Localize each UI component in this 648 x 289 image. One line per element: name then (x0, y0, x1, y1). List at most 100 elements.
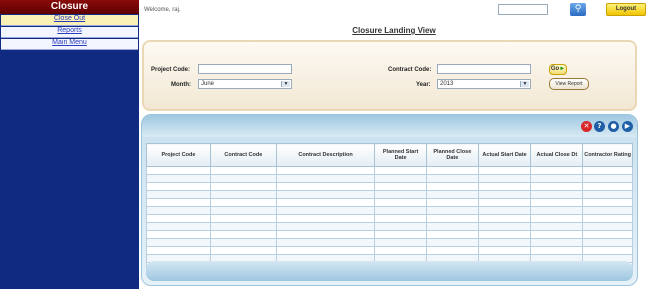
sidebar-item-main-menu[interactable]: Main Menu (1, 39, 138, 50)
table-cell (275, 166, 376, 175)
chevron-down-icon: ▼ (520, 81, 529, 87)
logout-button[interactable]: Logout (606, 3, 646, 16)
go-button[interactable]: Go► (549, 64, 567, 75)
table-cell (477, 206, 532, 215)
help-icon[interactable]: ? (594, 121, 605, 132)
table-cell (425, 166, 479, 175)
table-cell (146, 174, 211, 183)
table-cell (530, 174, 584, 183)
table-cell (582, 166, 633, 175)
table-cell (374, 222, 427, 231)
table-cell (209, 190, 277, 199)
search-input[interactable] (498, 4, 548, 15)
table-cell (530, 238, 584, 247)
delete-icon[interactable]: ✕ (581, 121, 592, 132)
table-cell (146, 182, 211, 191)
chevron-down-icon: ▼ (281, 81, 290, 87)
table-cell (582, 230, 633, 239)
go-arrow-icon: ► (559, 66, 566, 72)
sidebar-title: Closure (0, 0, 139, 14)
table-cell (209, 238, 277, 247)
sidebar-item-close-out[interactable]: Close Out (1, 15, 138, 26)
table-cell (275, 230, 376, 239)
sidebar: Closure Close Out Reports Main Menu (0, 0, 139, 289)
table-cell (582, 214, 633, 223)
table-row[interactable] (146, 230, 633, 239)
table-cell (530, 222, 584, 231)
table-cell (582, 174, 633, 183)
table-cell (530, 198, 584, 207)
table-cell (582, 182, 633, 191)
month-value: June (201, 81, 215, 87)
month-select[interactable]: June ▼ (198, 79, 292, 89)
table-cell (275, 246, 376, 255)
table-cell (374, 198, 427, 207)
table-cell (477, 198, 532, 207)
table-row[interactable] (146, 214, 633, 223)
contract-code-input[interactable] (437, 64, 531, 74)
table-cell (146, 238, 211, 247)
forward-icon[interactable]: ▶ (622, 121, 633, 132)
welcome-text: Welcome, raj. (144, 7, 181, 13)
search-icon: ⚲ (574, 4, 582, 14)
view-report-button[interactable]: View Report (549, 78, 589, 90)
table-cell (209, 246, 277, 255)
table-row[interactable] (146, 246, 633, 255)
table-row[interactable] (146, 238, 633, 247)
table-cell (374, 174, 427, 183)
table-cell (275, 214, 376, 223)
search-button[interactable]: ⚲ (570, 3, 586, 16)
table-cell (582, 206, 633, 215)
col-actual-close-dt: Actual Close Dt (530, 143, 584, 167)
table-row[interactable] (146, 174, 633, 183)
table-cell (209, 214, 277, 223)
table-row[interactable] (146, 190, 633, 199)
col-contract-code: Contract Code (209, 143, 277, 167)
table-row[interactable] (146, 198, 633, 207)
col-actual-start-date: Actual Start Date (477, 143, 532, 167)
table-cell (582, 198, 633, 207)
table-cell (275, 174, 376, 183)
table-cell (425, 222, 479, 231)
table-cell (146, 190, 211, 199)
table-cell (477, 166, 532, 175)
year-select[interactable]: 2013 ▼ (437, 79, 531, 89)
table-cell (275, 222, 376, 231)
table-cell (374, 238, 427, 247)
table-row[interactable] (146, 206, 633, 215)
table-cell (425, 246, 479, 255)
project-code-input[interactable] (198, 64, 292, 74)
table-cell (374, 246, 427, 255)
top-bar: Welcome, raj. ⚲ Logout (140, 0, 648, 20)
table-cell (425, 214, 479, 223)
table-cell (425, 206, 479, 215)
grid-footer (146, 261, 633, 281)
table-cell (374, 214, 427, 223)
col-project-code: Project Code (146, 143, 211, 167)
table-cell (146, 198, 211, 207)
table-cell (477, 182, 532, 191)
table-cell (582, 246, 633, 255)
table-cell (477, 238, 532, 247)
table-cell (209, 198, 277, 207)
col-planned-close-date: Planned Close Date (425, 143, 479, 167)
table-cell (146, 230, 211, 239)
table-body (146, 166, 633, 271)
go-label: Go (550, 66, 560, 72)
table-cell (425, 198, 479, 207)
table-cell (582, 190, 633, 199)
sidebar-item-reports[interactable]: Reports (1, 27, 138, 38)
table-cell (582, 238, 633, 247)
table-cell (374, 206, 427, 215)
table-row[interactable] (146, 222, 633, 231)
record-icon[interactable]: ● (608, 121, 619, 132)
table-cell (425, 182, 479, 191)
table-row[interactable] (146, 166, 633, 175)
table-cell (477, 214, 532, 223)
table-cell (146, 246, 211, 255)
table-cell (275, 238, 376, 247)
table-cell (530, 190, 584, 199)
month-label: Month: (171, 82, 191, 88)
table-row[interactable] (146, 182, 633, 191)
table-cell (530, 182, 584, 191)
